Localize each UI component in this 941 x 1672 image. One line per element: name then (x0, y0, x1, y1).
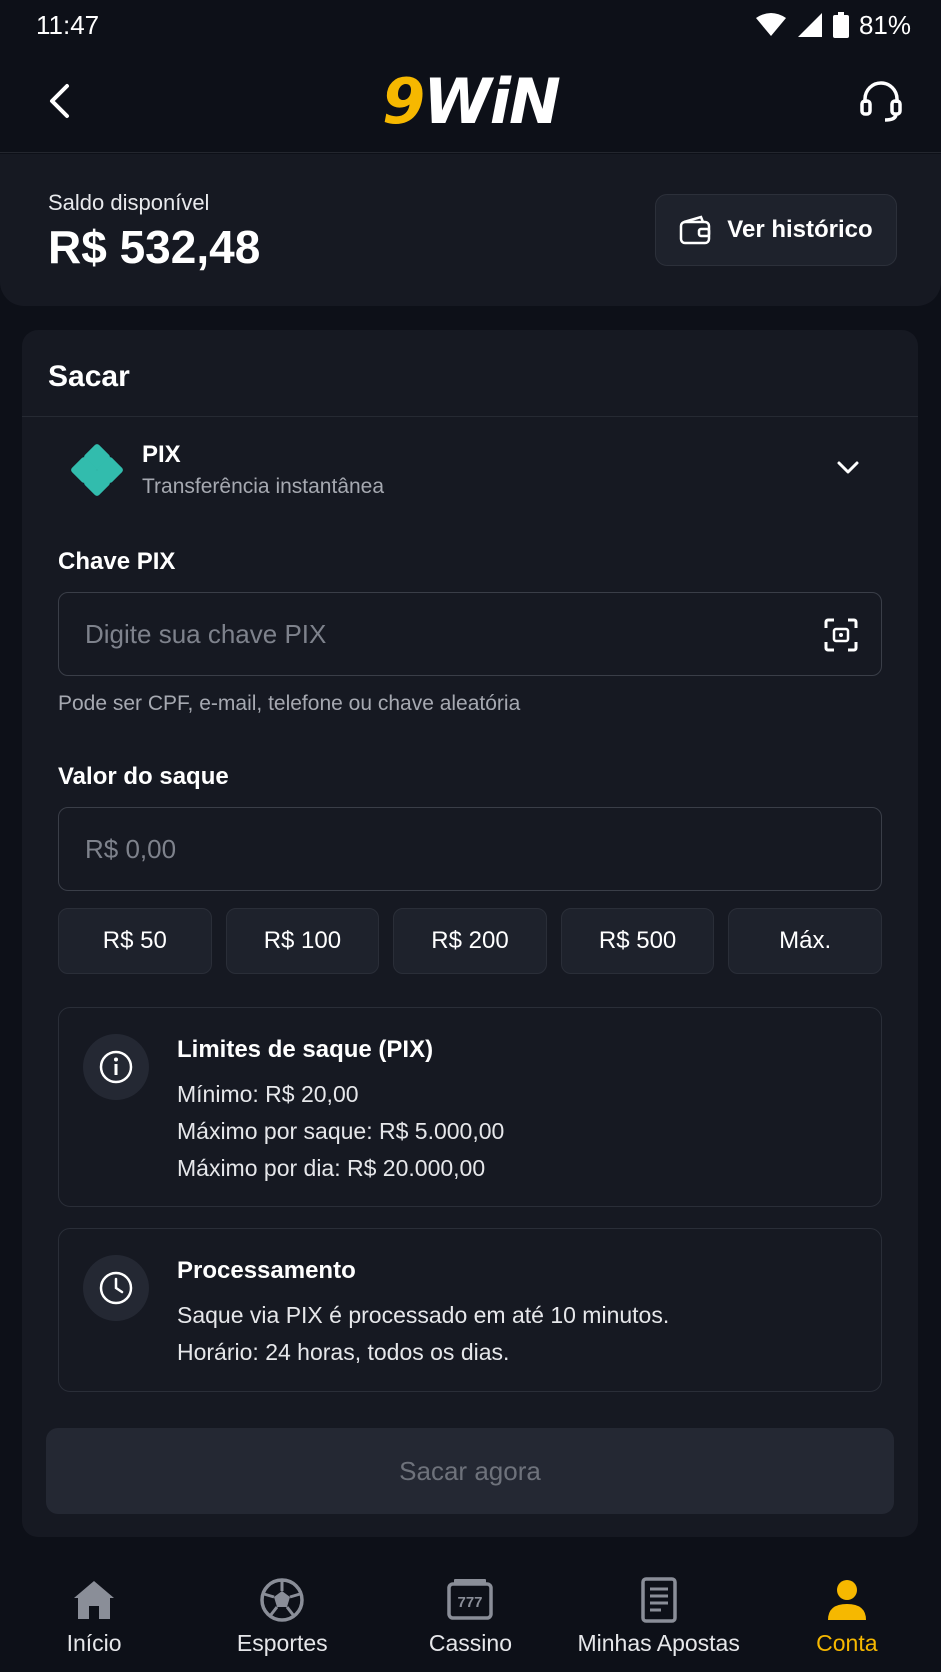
processing-hours: Horário: 24 horas, todos os dias. (177, 1339, 510, 1365)
home-icon (74, 1581, 115, 1619)
amount-chip-max[interactable]: Máx. (728, 908, 882, 974)
nav-label-my-bets: Minhas Apostas (577, 1630, 740, 1656)
nav-item-casino[interactable]: 777 Cassino (376, 1576, 564, 1657)
clock-icon (99, 1271, 133, 1305)
svg-text:777: 777 (458, 1594, 483, 1611)
payment-method-selector[interactable]: PIX Transferência instantânea (70, 440, 890, 500)
nav-item-account[interactable]: Conta (753, 1576, 941, 1657)
status-bar: 11:47 81% (0, 0, 941, 50)
nav-label-sports: Esportes (236, 1630, 328, 1656)
nav-label-casino: Cassino (428, 1630, 513, 1656)
amount-label: Valor do saque (58, 763, 229, 790)
processing-title: Processamento (177, 1257, 356, 1284)
nav-label-home: Início (66, 1630, 122, 1656)
user-icon (827, 1580, 866, 1620)
limit-minimum: Mínimo: R$ 20,00 (177, 1081, 359, 1107)
processing-info-box: Processamento Saque via PIX é processado… (58, 1228, 882, 1392)
method-description: Transferência instantânea (142, 475, 385, 498)
nav-item-home[interactable]: Início (0, 1576, 188, 1657)
wifi-icon (755, 13, 786, 36)
balance-section: Saldo disponível R$ 532,48 Ver histórico (0, 154, 941, 306)
amount-field[interactable] (58, 807, 882, 891)
amount-chip-50[interactable]: R$ 50 (58, 908, 212, 974)
brand-logo: 9WiN (382, 64, 561, 138)
method-text: PIX Transferência instantânea (142, 441, 384, 499)
pix-key-hint: Pode ser CPF, e-mail, telefone ou chave … (58, 692, 521, 715)
battery-icon (832, 12, 849, 38)
amount-chip-200[interactable]: R$ 200 (393, 908, 547, 974)
status-icons: 81% (755, 10, 911, 41)
pix-logo-icon (71, 444, 123, 496)
slot-machine-icon: 777 (447, 1579, 494, 1620)
app-header: 9WiN (0, 50, 941, 153)
back-button[interactable] (30, 71, 90, 131)
amount-chip-500[interactable]: R$ 500 (560, 908, 715, 974)
limit-per-day: Máximo por dia: R$ 20.000,00 (177, 1155, 486, 1181)
limits-info-box: Limites de saque (PIX) Mínimo: R$ 20,00 … (58, 1007, 882, 1207)
history-button[interactable]: Ver histórico (655, 194, 897, 266)
status-time: 11:47 (36, 9, 100, 40)
signal-icon (797, 13, 822, 37)
back-arrow-icon (50, 84, 69, 118)
limit-per-withdrawal: Máximo por saque: R$ 5.000,00 (177, 1118, 505, 1144)
bet-slip-icon (640, 1577, 677, 1623)
withdraw-card: Sacar PIX Transferência instantânea Chav… (22, 330, 918, 1537)
info-icon-badge (83, 1034, 149, 1100)
pix-key-input[interactable] (85, 618, 855, 650)
withdraw-submit-button[interactable]: Sacar agora (46, 1428, 894, 1514)
battery-percent: 81% (858, 9, 911, 40)
pix-key-field[interactable] (58, 592, 882, 676)
processing-time: Saque via PIX é processado em até 10 min… (177, 1302, 670, 1328)
amount-chips: R$ 50 R$ 100 R$ 200 R$ 500 Máx. (58, 908, 882, 974)
history-label: Ver histórico (727, 216, 873, 243)
info-icon (99, 1050, 133, 1084)
limits-title: Limites de saque (PIX) (177, 1036, 434, 1063)
withdraw-title: Sacar (22, 330, 918, 417)
soccer-ball-icon (260, 1578, 305, 1622)
nav-item-my-bets[interactable]: Minhas Apostas (565, 1576, 753, 1657)
nav-item-sports[interactable]: Esportes (188, 1576, 376, 1657)
clock-icon-badge (83, 1255, 149, 1321)
pix-key-label: Chave PIX (58, 548, 176, 575)
wallet-icon (680, 215, 711, 245)
headset-icon (860, 81, 902, 122)
bottom-nav: Início Esportes 777 Cassino Minhas Apost… (0, 1560, 941, 1672)
amount-input[interactable] (85, 833, 855, 865)
method-name: PIX (142, 441, 181, 468)
amount-chip-100[interactable]: R$ 100 (225, 908, 380, 974)
qr-scan-icon[interactable] (823, 617, 859, 653)
nav-label-account: Conta (816, 1630, 878, 1656)
support-button[interactable] (851, 71, 911, 131)
chevron-down-icon[interactable] (836, 458, 860, 476)
